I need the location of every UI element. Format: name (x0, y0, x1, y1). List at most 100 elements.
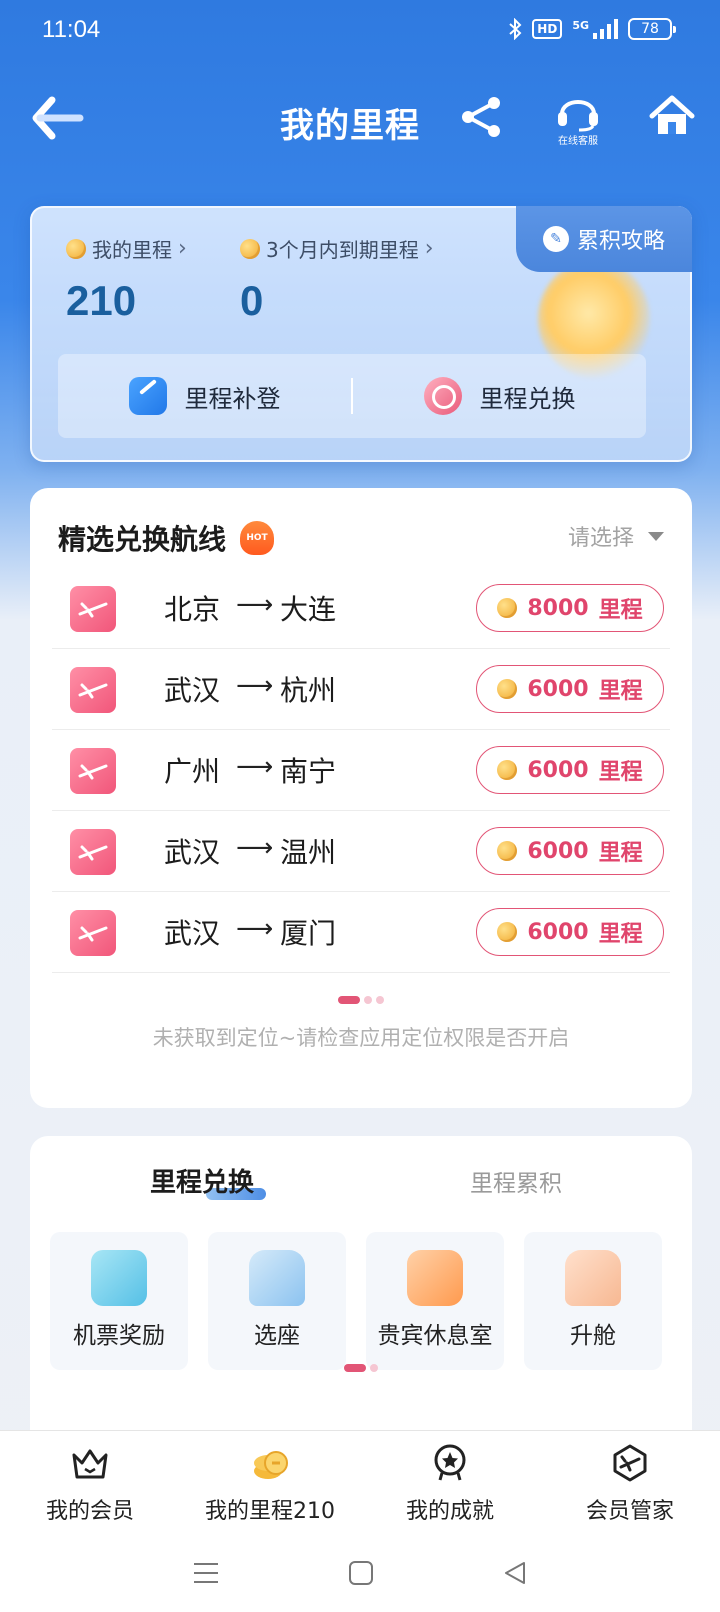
upgrade-seat-icon (565, 1250, 621, 1306)
plane-icon (70, 586, 116, 632)
menu-icon[interactable] (193, 1562, 219, 1584)
tab-miles-accumulate[interactable]: 里程累积 (470, 1164, 562, 1198)
tile-ticket-reward[interactable]: 机票奖励 (50, 1232, 188, 1370)
coin-icon (66, 238, 86, 259)
headset-icon (558, 100, 598, 132)
coin-icon (497, 598, 518, 618)
nav-label: 我的会员 (45, 1499, 134, 1524)
page-title: 我的里程 (280, 106, 420, 146)
customer-service-button[interactable]: 在线客服 (548, 90, 608, 160)
nav-bar: 我的里程 在线客服 (0, 70, 720, 170)
route-arrow: ⟶ (236, 752, 274, 782)
route-arrow: ⟶ (236, 914, 274, 944)
route-row[interactable]: 武汉 ⟶ 厦门 6000 里程 (52, 892, 670, 973)
tile-seat-selection[interactable]: 选座 (208, 1232, 346, 1370)
route-miles-value: 6000 (527, 838, 589, 864)
nav-member-steward[interactable]: 会员管家 (540, 1431, 720, 1534)
route-miles-unit: 里程 (598, 679, 643, 704)
route-row[interactable]: 广州 ⟶ 南宁 6000 里程 (52, 730, 670, 811)
routes-header: 精选兑换航线 HOT (58, 518, 275, 558)
route-row[interactable]: 武汉 ⟶ 杭州 6000 里程 (52, 649, 670, 730)
tile-label: 机票奖励 (73, 1323, 165, 1349)
home-square-icon[interactable] (349, 1561, 373, 1585)
tab-miles-exchange[interactable]: 里程兑换 (150, 1162, 254, 1199)
page-dot (364, 996, 372, 1004)
route-miles-unit: 里程 (598, 922, 643, 947)
location-tip: 未获取到定位~请检查应用定位权限是否开启 (152, 1026, 570, 1050)
route-row[interactable]: 武汉 ⟶ 温州 6000 里程 (52, 811, 670, 892)
route-miles-button[interactable]: 8000 里程 (476, 584, 664, 632)
plane-icon (70, 829, 116, 875)
route-destination: 厦门 (280, 917, 337, 950)
my-miles-value: 210 (66, 277, 137, 324)
system-nav (0, 1534, 720, 1612)
share-icon[interactable] (458, 94, 504, 140)
signal-icon (593, 19, 618, 39)
route-arrow: ⟶ (236, 833, 274, 863)
route-destination: 杭州 (280, 674, 337, 707)
coin-icon (240, 238, 260, 259)
miles-actions: 里程补登 里程兑换 (58, 354, 646, 438)
nav-my-miles[interactable]: 我的里程210 (180, 1431, 360, 1534)
route-arrow: ⟶ (236, 590, 274, 620)
route-destination: 大连 (280, 593, 337, 626)
home-icon[interactable] (648, 92, 696, 140)
page-dot-active (338, 996, 360, 1004)
city-select[interactable]: 请选择 (568, 520, 664, 552)
coin-icon (497, 760, 518, 780)
page-dot (370, 1364, 378, 1372)
nav-label: 会员管家 (585, 1499, 674, 1524)
lounge-sofa-icon (407, 1250, 463, 1306)
clock-icon (423, 377, 462, 415)
back-triangle-icon[interactable] (503, 1561, 527, 1585)
expiring-miles-stat[interactable]: 3个月内到期里程 › 0 (240, 234, 434, 325)
miles-backfill-button[interactable]: 里程补登 (58, 377, 351, 415)
city-select-placeholder: 请选择 (567, 526, 634, 551)
ticket-gift-icon (91, 1250, 147, 1306)
battery-icon: 78 (628, 18, 676, 40)
accumulation-guide-label: 累积攻略 (576, 229, 665, 254)
tile-upgrade[interactable]: 升舱 (524, 1232, 662, 1370)
tile-label: 贵宾休息室 (377, 1323, 493, 1349)
status-time: 11:04 (42, 16, 101, 43)
my-miles-stat[interactable]: 我的里程 › 210 (66, 234, 187, 325)
bluetooth-icon (509, 18, 522, 40)
page-dot-active (344, 1364, 366, 1372)
plane-badge-icon (613, 1444, 647, 1482)
nav-label: 我的成就 (405, 1499, 494, 1524)
nav-my-membership[interactable]: 我的会员 (0, 1431, 180, 1534)
tile-vip-lounge[interactable]: 贵宾休息室 (366, 1232, 504, 1370)
route-miles-unit: 里程 (598, 841, 643, 866)
tile-label: 升舱 (570, 1323, 616, 1349)
crown-icon (72, 1449, 108, 1479)
route-list: 北京 ⟶ 大连 8000 里程 武汉 ⟶ 杭州 6000 里程 广州 ⟶ 南宁 60… (52, 568, 670, 973)
route-arrow: ⟶ (236, 671, 274, 701)
tile-label: 选座 (254, 1323, 300, 1349)
route-miles-value: 8000 (527, 595, 589, 621)
nav-my-achievements[interactable]: 我的成就 (360, 1431, 540, 1534)
route-row[interactable]: 北京 ⟶ 大连 8000 里程 (52, 568, 670, 649)
miles-exchange-button[interactable]: 里程兑换 (353, 377, 646, 415)
routes-title: 精选兑换航线 (58, 523, 227, 556)
route-destination: 南宁 (280, 755, 337, 788)
miles-summary-card: ✎ 累积攻略 我的里程 › 210 3个月内到期里程 › 0 里程补登 里程兑换 (30, 206, 692, 462)
hot-icon: HOT (240, 521, 275, 555)
hd-badge: HD (532, 19, 563, 39)
accumulation-guide-button[interactable]: ✎ 累积攻略 (516, 206, 692, 272)
route-miles-unit: 里程 (598, 760, 643, 785)
coin-icon (497, 922, 518, 942)
route-origin: 北京 (164, 593, 221, 626)
medal-icon (434, 1444, 466, 1481)
dropdown-arrow-icon (648, 531, 664, 541)
exchange-pagination (30, 1364, 692, 1372)
featured-routes-card: 精选兑换航线 HOT 请选择 北京 ⟶ 大连 8000 里程 武汉 ⟶ 杭州 60… (30, 488, 692, 1108)
route-miles-button[interactable]: 6000 里程 (476, 665, 664, 713)
customer-service-label: 在线客服 (558, 136, 598, 147)
route-miles-button[interactable]: 6000 里程 (476, 827, 664, 875)
route-miles-button[interactable]: 6000 里程 (476, 908, 664, 956)
route-miles-button[interactable]: 6000 里程 (476, 746, 664, 794)
route-destination: 温州 (280, 836, 337, 869)
exchange-card: 里程兑换 里程累积 机票奖励 选座 贵宾休息室 升舱 (30, 1136, 692, 1436)
route-miles-value: 6000 (527, 676, 589, 702)
miles-coin-icon (254, 1451, 288, 1479)
